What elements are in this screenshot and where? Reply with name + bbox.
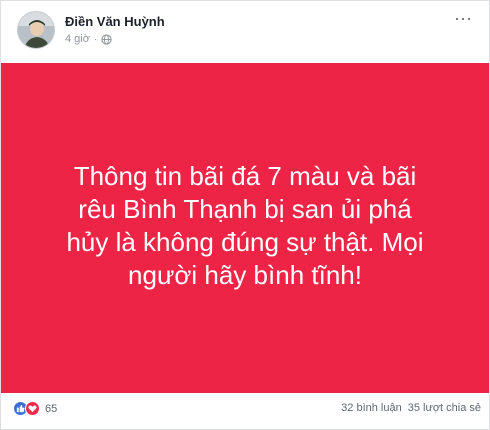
share-count-link[interactable]: 35 lượt chia sẻ — [408, 402, 481, 414]
post-footer: 65 32 bình luận 35 lượt chia sẻ — [13, 399, 481, 421]
avatar-image — [18, 12, 54, 48]
author-name[interactable]: Điền Văn Huỳnh — [65, 14, 165, 29]
post-stats: 32 bình luận 35 lượt chia sẻ — [341, 402, 481, 414]
post-banner: Thông tin bãi đá 7 màu và bãi rêu Bình T… — [1, 63, 489, 393]
banner-text: Thông tin bãi đá 7 màu và bãi rêu Bình T… — [66, 161, 424, 290]
reactions[interactable]: 65 — [13, 401, 57, 416]
facebook-post: Điền Văn Huỳnh 4 giờ · ··· Thông tin bãi… — [0, 0, 490, 430]
post-time[interactable]: 4 giờ — [65, 33, 90, 45]
post-meta: 4 giờ · — [65, 33, 112, 45]
avatar[interactable] — [17, 11, 55, 49]
reaction-count: 65 — [45, 402, 58, 415]
heart-icon — [25, 401, 40, 416]
separator-dot: · — [93, 33, 98, 45]
post-header: Điền Văn Huỳnh 4 giờ · ··· — [17, 9, 477, 55]
comment-count-link[interactable]: 32 bình luận — [341, 402, 402, 414]
more-options-icon[interactable]: ··· — [453, 9, 473, 27]
globe-icon — [101, 33, 112, 45]
